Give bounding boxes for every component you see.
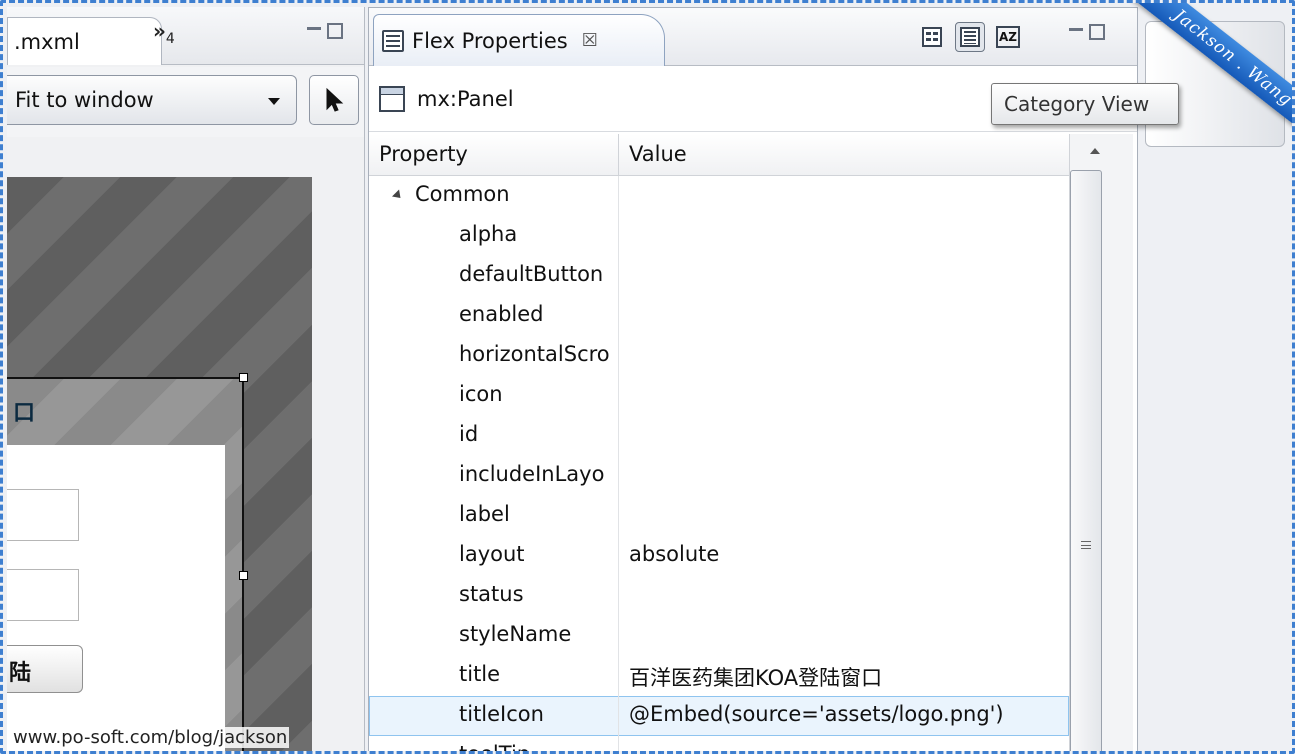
login-button-label: 陆 <box>9 661 32 686</box>
property-name: enabled <box>369 296 619 336</box>
scrollbar-thumb[interactable] <box>1070 170 1102 751</box>
screenshot-frame: .mxml »4 Fit to window 口 陆 www.po-soft.c… <box>0 0 1295 754</box>
property-name: toolTip <box>369 736 619 751</box>
standard-view-icon <box>922 27 942 47</box>
property-row-selected[interactable]: titleIcon @Embed(source='assets/logo.png'… <box>369 696 1069 736</box>
expand-triangle-icon[interactable] <box>391 188 405 202</box>
property-row[interactable]: defaultButton <box>369 256 1069 296</box>
property-value[interactable] <box>619 576 1069 616</box>
view-mode-buttons: AZ <box>917 22 1023 52</box>
login-button-preview[interactable]: 陆 <box>7 645 83 693</box>
property-row[interactable]: styleName <box>369 616 1069 656</box>
category-row-common[interactable]: Common <box>369 176 1069 216</box>
property-name: label <box>369 496 619 536</box>
vertical-scrollbar[interactable] <box>1069 134 1133 751</box>
property-name: id <box>369 416 619 456</box>
property-row[interactable]: status <box>369 576 1069 616</box>
property-row[interactable]: layout absolute <box>369 536 1069 576</box>
property-value[interactable]: @Embed(source='assets/logo.png') <box>619 696 1069 736</box>
property-row[interactable]: toolTip <box>369 736 1069 751</box>
tooltip: Category View <box>991 83 1179 125</box>
minimize-icon[interactable] <box>1069 28 1083 42</box>
property-name: alpha <box>369 216 619 256</box>
maximize-icon[interactable] <box>1089 24 1105 40</box>
tab-flex-properties[interactable]: Flex Properties ☒ <box>373 14 665 66</box>
property-value[interactable] <box>619 296 1069 336</box>
property-row[interactable]: title 百洋医药集团KOA登陆窗口 <box>369 656 1069 696</box>
editor-tab-bar: .mxml »4 <box>7 7 364 65</box>
property-grid: Property Value Common alpha defaultButto… <box>369 134 1069 751</box>
zoom-value: Fit to window <box>15 88 154 112</box>
property-name: layout <box>369 536 619 576</box>
overflow-count: 4 <box>165 31 175 47</box>
property-value[interactable] <box>619 216 1069 256</box>
close-icon[interactable]: ☒ <box>582 30 598 51</box>
property-row[interactable]: alpha <box>369 216 1069 256</box>
alphabetical-view-button[interactable]: AZ <box>993 22 1023 52</box>
property-value[interactable] <box>619 496 1069 536</box>
property-value[interactable] <box>619 336 1069 376</box>
minimize-icon[interactable] <box>307 27 321 41</box>
property-value[interactable] <box>619 736 1069 751</box>
property-row[interactable]: enabled <box>369 296 1069 336</box>
design-canvas[interactable]: 口 陆 <box>7 177 312 751</box>
property-name: includeInLayo <box>369 456 619 496</box>
property-value[interactable] <box>619 616 1069 656</box>
property-name: styleName <box>369 616 619 656</box>
username-field-preview[interactable] <box>7 489 79 541</box>
property-value[interactable]: absolute <box>619 536 1069 576</box>
property-name: horizontalScro <box>369 336 619 376</box>
property-row[interactable]: includeInLayo <box>369 456 1069 496</box>
property-row[interactable]: id <box>369 416 1069 456</box>
properties-tab-label: Flex Properties <box>412 28 568 53</box>
properties-tab-bar: Flex Properties ☒ AZ <box>369 8 1137 66</box>
resize-handle-top-right[interactable] <box>239 373 248 382</box>
url-watermark: www.po-soft.com/blog/jackson <box>11 727 290 748</box>
property-row[interactable]: label <box>369 496 1069 536</box>
zoom-select[interactable]: Fit to window <box>7 75 297 125</box>
editor-pane-controls <box>307 23 343 41</box>
column-header-value[interactable]: Value <box>619 134 1069 175</box>
property-row[interactable]: icon <box>369 376 1069 416</box>
properties-icon <box>382 29 404 52</box>
resize-handle-right[interactable] <box>239 571 248 580</box>
property-value[interactable] <box>619 376 1069 416</box>
property-row[interactable]: horizontalScro <box>369 336 1069 376</box>
arrow-pointer-icon <box>326 87 344 112</box>
column-header-property[interactable]: Property <box>369 134 619 175</box>
tab-overflow-button[interactable]: »4 <box>153 19 175 47</box>
select-tool-button[interactable] <box>309 75 359 125</box>
property-name: titleIcon <box>369 696 619 736</box>
panel-content-area: 陆 <box>7 445 225 751</box>
property-name: title <box>369 656 619 696</box>
grip-icon <box>1081 541 1091 549</box>
design-editor-pane: .mxml »4 Fit to window 口 陆 www.po-soft.c… <box>7 7 365 751</box>
panel-title-fragment: 口 <box>13 401 36 426</box>
panel-component-preview[interactable]: 口 陆 <box>7 377 244 751</box>
property-value[interactable] <box>619 416 1069 456</box>
property-value[interactable] <box>619 256 1069 296</box>
property-value[interactable] <box>619 456 1069 496</box>
scroll-up-icon[interactable] <box>1090 148 1100 154</box>
password-field-preview[interactable] <box>7 569 79 621</box>
property-name: icon <box>369 376 619 416</box>
category-view-icon <box>960 27 980 47</box>
standard-view-button[interactable] <box>917 22 947 52</box>
category-view-button[interactable] <box>955 22 985 52</box>
property-grid-header: Property Value <box>369 134 1069 176</box>
overflow-chevron-icon: » <box>153 19 166 43</box>
component-name: mx:Panel <box>417 86 514 111</box>
maximize-icon[interactable] <box>327 23 343 39</box>
property-name: status <box>369 576 619 616</box>
property-value[interactable]: 百洋医药集团KOA登陆窗口 <box>619 656 1069 696</box>
sort-az-icon: AZ <box>996 26 1020 48</box>
category-label: Common <box>415 182 510 206</box>
properties-pane-controls <box>1069 24 1105 42</box>
panel-component-icon <box>379 85 405 112</box>
editor-tab-mxml[interactable]: .mxml <box>7 17 162 65</box>
design-toolbar: Fit to window <box>7 67 364 137</box>
editor-tab-label: .mxml <box>14 30 80 54</box>
property-name: defaultButton <box>369 256 619 296</box>
chevron-down-icon <box>268 98 280 105</box>
